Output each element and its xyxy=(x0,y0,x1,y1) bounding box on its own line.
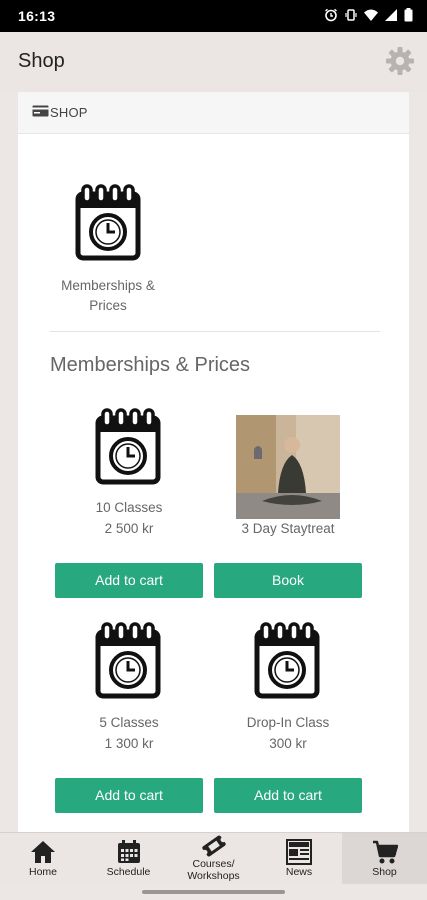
category-label-line1: Memberships & xyxy=(61,278,155,293)
product-calendar-clock-icon[interactable] xyxy=(253,622,321,700)
nav-label-news: News xyxy=(285,866,313,878)
wifi-icon xyxy=(364,8,378,22)
divider xyxy=(50,331,380,332)
home-indicator[interactable] xyxy=(142,890,285,894)
nav-label-schedule: Schedule xyxy=(106,866,151,878)
status-bar: 16:13 xyxy=(0,0,427,32)
product-price: 300 kr xyxy=(269,736,307,751)
product-price: 1 300 kr xyxy=(104,736,154,751)
category-label-line2: Prices xyxy=(89,298,127,313)
nav-item-news[interactable]: News xyxy=(256,833,342,885)
nav-label-home: Home xyxy=(28,866,57,878)
category-calendar-clock-icon[interactable] xyxy=(74,184,142,262)
card-header-label: SHOP xyxy=(50,105,88,120)
product-name: 5 Classes xyxy=(99,715,159,730)
page-title: Shop xyxy=(18,50,65,72)
product-name: 10 Classes xyxy=(95,500,163,515)
product-price: 2 500 kr xyxy=(104,521,154,536)
nav-item-schedule[interactable]: Schedule xyxy=(86,833,171,885)
status-icons xyxy=(324,8,413,22)
product-calendar-clock-icon[interactable] xyxy=(94,622,162,700)
home-icon xyxy=(31,841,55,863)
bottom-nav: Home Schedule Courses/ Workshops News Sh… xyxy=(0,832,427,885)
status-time: 16:13 xyxy=(18,8,56,24)
nav-item-shop[interactable]: Shop xyxy=(342,833,427,885)
product-name: 3 Day Staytreat xyxy=(241,521,335,536)
newspaper-icon xyxy=(286,839,312,865)
nav-item-home[interactable]: Home xyxy=(0,833,86,885)
cart-icon xyxy=(372,840,398,864)
settings-gear-icon[interactable] xyxy=(385,46,415,76)
add-to-cart-button[interactable]: Add to cart xyxy=(214,778,362,813)
nav-label-courses: Courses/ xyxy=(192,858,235,870)
nav-label-workshops: Workshops xyxy=(187,870,240,882)
add-to-cart-button[interactable]: Add to cart xyxy=(55,778,203,813)
battery-icon xyxy=(404,8,413,22)
section-title: Memberships & Prices xyxy=(50,354,251,376)
ticket-icon xyxy=(201,835,226,857)
nav-item-courses-workshops[interactable]: Courses/ Workshops xyxy=(171,833,256,885)
signal-icon xyxy=(384,8,398,22)
vibrate-icon xyxy=(344,8,358,22)
category-label[interactable]: Memberships & Prices xyxy=(48,276,168,316)
shop-card: SHOP Memberships & Prices Memberships & … xyxy=(18,92,409,832)
add-to-cart-button[interactable]: Add to cart xyxy=(55,563,203,598)
alarm-icon xyxy=(324,8,338,22)
calendar-icon xyxy=(117,840,140,863)
card-header: SHOP xyxy=(18,92,409,134)
meditation-photo[interactable] xyxy=(236,415,340,519)
credit-card-icon xyxy=(32,104,49,117)
app-bar: Shop xyxy=(0,32,427,92)
product-name: Drop-In Class xyxy=(246,715,330,730)
nav-label-shop: Shop xyxy=(372,866,397,878)
product-calendar-clock-icon[interactable] xyxy=(94,408,162,486)
book-button[interactable]: Book xyxy=(214,563,362,598)
